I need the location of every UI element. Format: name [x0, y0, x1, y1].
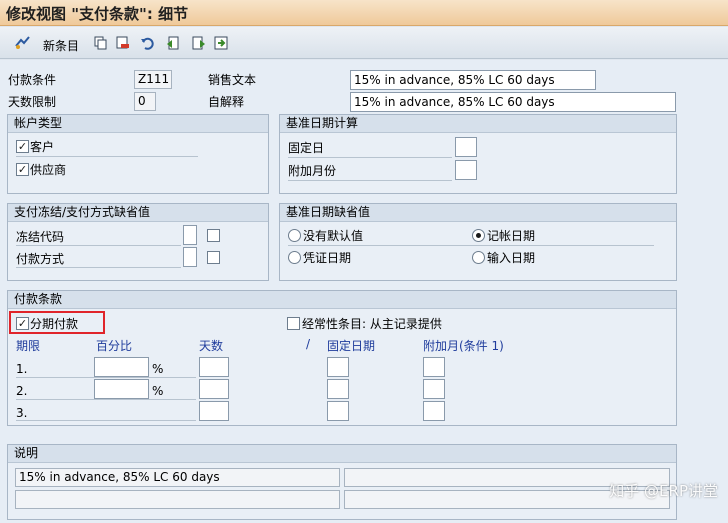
block-key-field[interactable] — [183, 225, 197, 245]
divider — [288, 180, 452, 181]
fixed-day-field[interactable] — [455, 137, 477, 157]
fixed-date-field[interactable] — [327, 401, 349, 421]
entry-date-label: 输入日期 — [487, 251, 536, 265]
window-title: 修改视图 "支付条款": 细节 — [6, 5, 189, 23]
col-slash: / — [306, 337, 311, 351]
additional-months-field[interactable] — [455, 160, 477, 180]
col-percent: 百分比 — [96, 339, 133, 353]
fixed-date-field[interactable] — [327, 357, 349, 377]
divider — [16, 420, 196, 421]
term-row-label: 3. — [16, 406, 28, 420]
vendor-checkbox[interactable]: ✓ — [16, 163, 29, 176]
delete-icon[interactable] — [115, 35, 131, 51]
highlight-box — [9, 311, 105, 334]
payment-terms-field: Z111 — [134, 70, 172, 89]
day-limit-label: 天数限制 — [8, 95, 57, 109]
fixed-day-label: 固定日 — [288, 141, 325, 155]
divider — [16, 156, 198, 157]
day-limit-field: 0 — [134, 92, 156, 111]
col-additional-month: 附加月(条件 1) — [423, 339, 504, 353]
percent-sign: % — [152, 362, 164, 376]
payment-method-label: 付款方式 — [16, 252, 65, 266]
divider — [288, 157, 452, 158]
additional-month-field[interactable] — [423, 379, 445, 399]
block-key-label: 冻结代码 — [16, 230, 65, 244]
customer-label: 客户 — [30, 140, 55, 154]
payment-method-field[interactable] — [183, 247, 197, 267]
days-field[interactable] — [199, 357, 229, 377]
baseline-default-group: 基准日期缺省值 没有默认值 记帐日期 凭证日期 输入日期 — [279, 203, 677, 281]
toolbar: 新条目 — [0, 27, 728, 59]
additional-months-label: 附加月份 — [288, 164, 337, 178]
additional-month-field[interactable] — [423, 401, 445, 421]
divider — [16, 399, 196, 400]
vendor-label: 供应商 — [30, 163, 67, 177]
divider — [16, 245, 181, 246]
baseline-default-title: 基准日期缺省值 — [280, 204, 676, 222]
transport-icon[interactable] — [213, 35, 229, 51]
payment-terms-group: 付款条款 ✓ 分期付款 经常性条目: 从主记录提供 期限 百分比 天数 / 固定… — [7, 290, 677, 426]
document-date-radio[interactable] — [288, 251, 301, 264]
payment-terms-title: 付款条款 — [8, 291, 676, 309]
term-row-label: 2. — [16, 384, 28, 398]
sales-text-label: 销售文本 — [208, 73, 257, 87]
fixed-date-field[interactable] — [327, 379, 349, 399]
col-days: 天数 — [199, 339, 224, 353]
explanation-line-3 — [15, 490, 340, 509]
percent-sign: % — [152, 384, 164, 398]
payment-block-title: 支付冻结/支付方式缺省值 — [8, 204, 268, 222]
col-fixed-date: 固定日期 — [327, 339, 376, 353]
col-term: 期限 — [16, 339, 41, 353]
percent-field[interactable] — [94, 357, 149, 377]
watermark: 知乎 @ERP讲堂 — [609, 482, 718, 500]
days-field[interactable] — [199, 401, 229, 421]
undo-icon[interactable] — [139, 35, 155, 51]
payment-method-option-checkbox[interactable] — [207, 251, 220, 264]
display-change-icon[interactable] — [15, 35, 31, 51]
copy-icon[interactable] — [93, 35, 109, 51]
previous-entry-icon[interactable] — [165, 35, 181, 51]
explanation-group: 说明 15% in advance, 85% LC 60 days — [7, 444, 677, 520]
days-field[interactable] — [199, 379, 229, 399]
customer-checkbox[interactable]: ✓ — [16, 140, 29, 153]
explanation-title: 说明 — [8, 445, 676, 463]
own-explanation-label: 自解释 — [208, 95, 245, 109]
no-default-label: 没有默认值 — [303, 229, 364, 243]
baseline-calc-title: 基准日期计算 — [280, 115, 676, 133]
payment-block-group: 支付冻结/支付方式缺省值 冻结代码 付款方式 — [7, 203, 269, 281]
document-date-label: 凭证日期 — [303, 251, 352, 265]
additional-month-field[interactable] — [423, 357, 445, 377]
detail-content: 付款条件 Z111 销售文本 15% in advance, 85% LC 60… — [0, 60, 728, 523]
divider — [16, 377, 196, 378]
account-type-title: 帐户类型 — [8, 115, 268, 133]
next-entry-icon[interactable] — [191, 35, 207, 51]
no-default-radio[interactable] — [288, 229, 301, 242]
sales-text-field[interactable]: 15% in advance, 85% LC 60 days — [350, 70, 596, 90]
posting-date-label: 记帐日期 — [487, 229, 536, 243]
payment-terms-label: 付款条件 — [8, 73, 57, 87]
account-type-group: 帐户类型 ✓ 客户 ✓ 供应商 — [7, 114, 269, 194]
block-key-option-checkbox[interactable] — [207, 229, 220, 242]
baseline-calc-group: 基准日期计算 固定日 附加月份 — [279, 114, 677, 194]
percent-field[interactable] — [94, 379, 149, 399]
recurring-label: 经常性条目: 从主记录提供 — [302, 317, 442, 331]
recurring-checkbox[interactable] — [287, 317, 300, 330]
posting-date-radio[interactable] — [472, 229, 485, 242]
term-row-label: 1. — [16, 362, 28, 376]
new-entries-button[interactable]: 新条目 — [43, 37, 79, 54]
entry-date-radio[interactable] — [472, 251, 485, 264]
explanation-line-1: 15% in advance, 85% LC 60 days — [15, 468, 340, 487]
title-bar: 修改视图 "支付条款": 细节 — [0, 0, 728, 26]
divider — [16, 267, 181, 268]
divider — [288, 245, 654, 246]
own-explanation-field[interactable]: 15% in advance, 85% LC 60 days — [350, 92, 676, 112]
